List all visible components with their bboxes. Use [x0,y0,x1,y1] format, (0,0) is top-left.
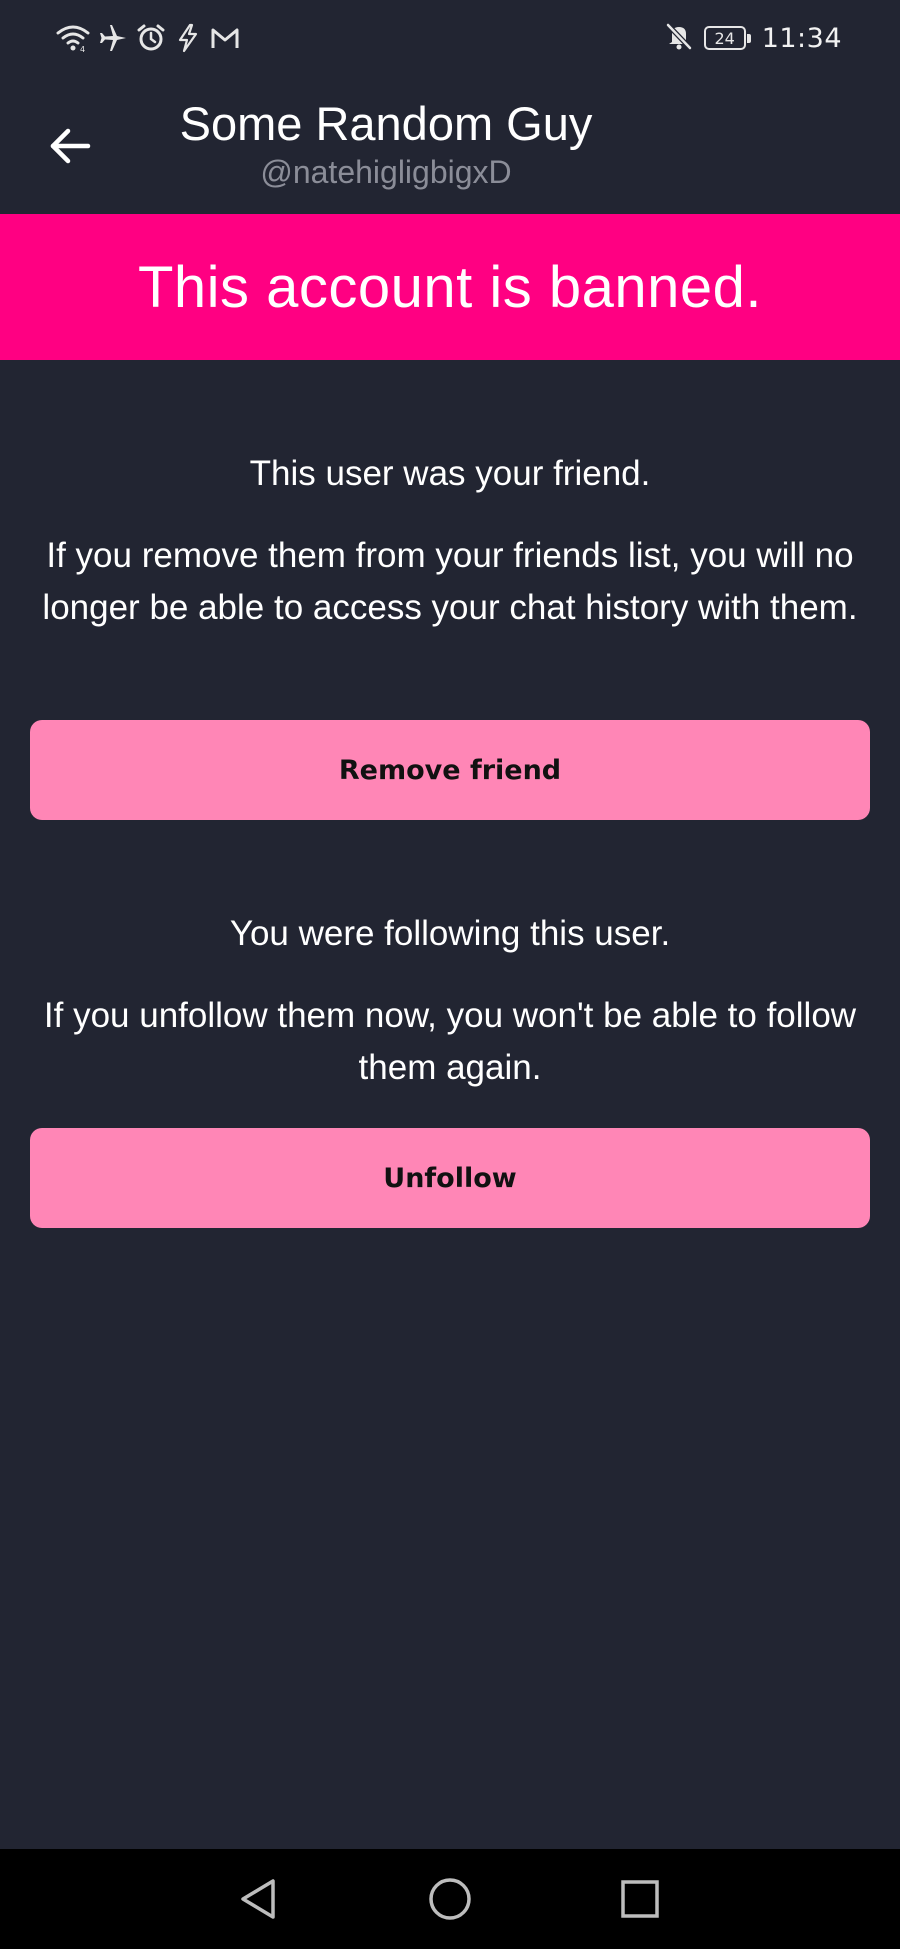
title-block: Some Random Guy @natehigligbigxD [130,96,642,192]
nav-home-button[interactable] [425,1874,475,1924]
nav-recents-icon [621,1880,659,1918]
wifi-icon: 4 [56,23,90,53]
status-icons-left: 4 [56,20,240,56]
airplane-icon [98,23,128,53]
battery-icon: 24 [703,26,751,50]
profile-handle: @natehigligbigxD [260,154,512,190]
gmail-icon [210,25,240,51]
nav-recents-button[interactable] [615,1874,665,1924]
follow-section-heading: You were following this user. [229,914,671,953]
banned-banner: This account is banned. [0,214,900,360]
alarm-icon [136,23,166,53]
nav-back-button[interactable] [233,1874,283,1924]
unfollow-button[interactable]: Unfollow [30,1128,870,1228]
nav-back-icon [241,1879,275,1919]
profile-header: Some Random Guy @natehigligbigxD [0,76,900,214]
status-icons-right: 24 11:34 [664,20,842,56]
back-button[interactable] [38,114,102,178]
battery-level: 24 [714,28,735,48]
friend-section-heading: This user was your friend. [249,454,651,493]
nav-home-icon [429,1878,471,1920]
system-nav-bar [0,1849,900,1949]
remove-friend-button[interactable]: Remove friend [30,720,870,820]
notifications-muted-icon [664,21,694,55]
arrow-back-icon [50,128,91,164]
app-root: 4 24 11:34 Some Random Guy @natehigligbi… [0,0,900,1949]
status-bar: 4 24 11:34 [0,0,900,76]
follow-section-body: If you unfollow them now, you won't be a… [43,996,857,1087]
status-time: 11:34 [761,22,842,54]
friend-section: This user was your friend. If you remove… [0,448,900,634]
svg-text:4: 4 [80,45,85,53]
banned-banner-text: This account is banned. [137,254,763,320]
charging-bolt-icon [174,23,202,53]
follow-section: You were following this user. If you unf… [0,908,900,1094]
profile-name: Some Random Guy [179,97,593,150]
friend-section-body: If you remove them from your friends lis… [42,536,858,627]
